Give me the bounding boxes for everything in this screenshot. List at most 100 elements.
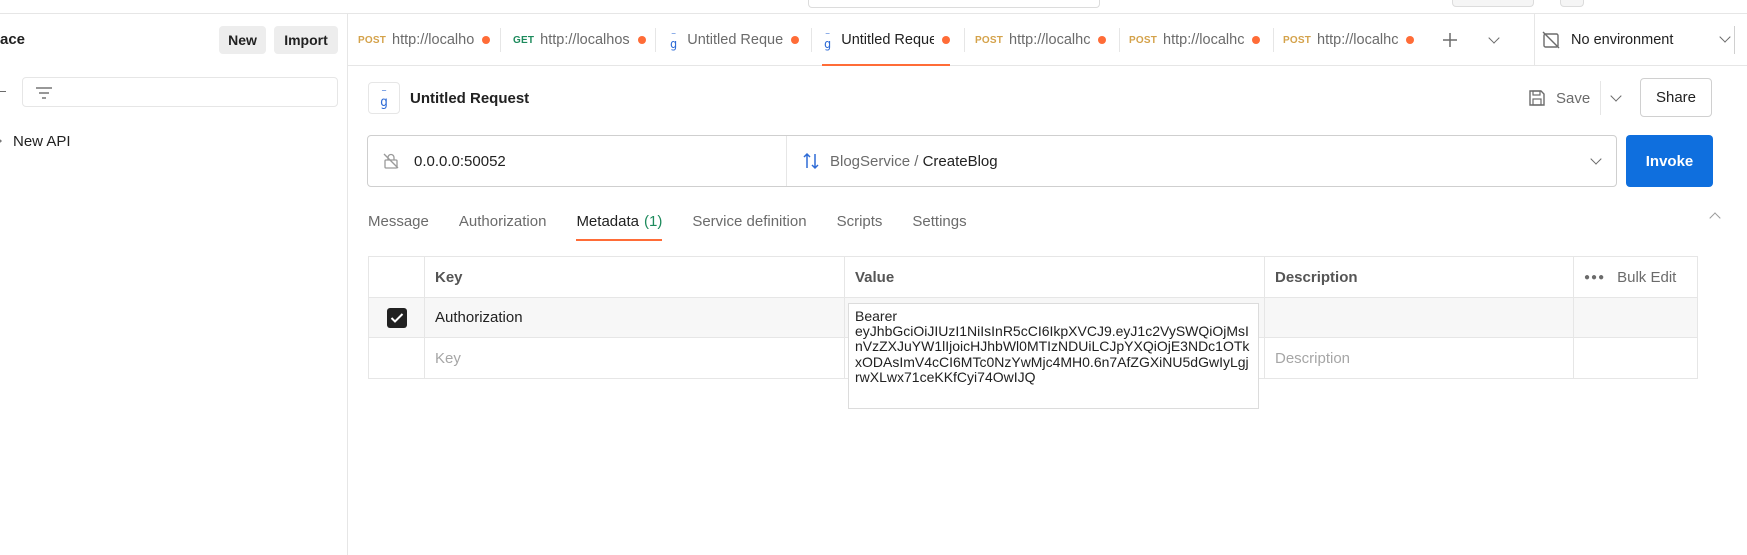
- top-bar-button[interactable]: [1452, 0, 1534, 7]
- tab-divider: [655, 28, 656, 52]
- token-prefix: Bearer: [855, 308, 898, 324]
- divider: [1734, 26, 1735, 54]
- sidebar-item-new-api[interactable]: New API: [0, 129, 71, 153]
- collapse-chevron-up-icon[interactable]: [1709, 212, 1721, 224]
- new-button[interactable]: New: [219, 26, 266, 54]
- service-name: BlogService: [830, 152, 911, 170]
- checkmark-icon: [390, 312, 403, 323]
- tab-divider: [500, 28, 501, 52]
- new-tab-plus-icon[interactable]: [1432, 14, 1468, 66]
- sidebar-item-label: New API: [13, 132, 71, 150]
- tab-divider: [1273, 28, 1274, 52]
- tab-divider: [1119, 28, 1120, 52]
- unsaved-dot-icon: [482, 36, 491, 44]
- environment-selector[interactable]: No environment: [1534, 14, 1747, 66]
- grpc-icon: ⁻ g: [670, 28, 678, 51]
- description-input-placeholder[interactable]: Description: [1265, 338, 1574, 378]
- request-tab[interactable]: POST http://localhc: [1129, 14, 1269, 66]
- tab-divider: [964, 28, 965, 52]
- tab-label: Scripts: [836, 212, 883, 230]
- unsaved-dot-icon: [637, 36, 646, 44]
- top-bar-icon-button[interactable]: [1560, 0, 1584, 7]
- tab-method: POST: [1283, 34, 1312, 46]
- tab-settings[interactable]: Settings: [912, 201, 966, 241]
- tabs-overflow-chevron-icon[interactable]: [1476, 14, 1512, 66]
- tab-divider: [811, 28, 812, 52]
- share-button[interactable]: Share: [1640, 78, 1712, 117]
- unsaved-dot-icon: [1252, 36, 1261, 44]
- sidebar: ace New Import New API: [0, 14, 348, 555]
- tab-label: Message: [368, 212, 429, 230]
- collapse-icon[interactable]: [0, 91, 6, 92]
- server-url-value: 0.0.0.0:50052: [414, 152, 506, 170]
- tab-method: POST: [975, 34, 1004, 46]
- table-header-row: Key Value Description ●●● Bulk Edit: [369, 257, 1697, 298]
- tab-label: http://localhos: [540, 32, 630, 48]
- tab-label: Settings: [912, 212, 967, 230]
- no-environment-icon: [1542, 31, 1560, 49]
- grpc-icon: ⁻ g: [824, 28, 832, 51]
- lock-off-icon: [383, 153, 399, 169]
- request-tab[interactable]: POST http://localhc: [1283, 14, 1423, 66]
- chevron-down-icon: [1719, 31, 1731, 43]
- server-url-field[interactable]: 0.0.0.0:50052: [368, 136, 787, 186]
- header-check-cell: [369, 257, 425, 297]
- grpc-icon: ⁻ g: [368, 82, 400, 114]
- bulk-edit-label: Bulk Edit: [1617, 268, 1677, 286]
- request-subtabs: Message Authorization Metadata (1) Servic…: [368, 201, 997, 241]
- tab-authorization[interactable]: Authorization: [459, 201, 547, 241]
- tab-label: http://localhc: [1009, 32, 1091, 48]
- key-input-placeholder[interactable]: Key: [425, 338, 845, 378]
- workspace-title: ace: [0, 31, 26, 48]
- row-actions-cell: [1574, 298, 1697, 337]
- tab-message[interactable]: Message: [368, 201, 429, 241]
- request-tabs-bar: POST http://localho GET http://localhos …: [348, 14, 1747, 66]
- top-bar: [0, 0, 1747, 14]
- method-name: CreateBlog: [922, 152, 998, 170]
- invoke-button[interactable]: Invoke: [1626, 135, 1713, 187]
- unsaved-dot-icon: [942, 36, 950, 44]
- row-actions-cell: [1574, 338, 1697, 378]
- chevron-down-icon: [1590, 153, 1602, 165]
- tab-label: http://localho: [392, 32, 475, 48]
- bulk-edit-button[interactable]: ●●● Bulk Edit: [1584, 269, 1676, 286]
- description-input[interactable]: [1265, 298, 1574, 337]
- service-method-path: BlogService / CreateBlog: [830, 153, 998, 170]
- save-group: Save: [1526, 81, 1631, 115]
- save-options-button[interactable]: [1601, 81, 1631, 115]
- tab-label: http://localhc: [1163, 32, 1245, 48]
- tab-label: Untitled Reque: [687, 32, 784, 48]
- tab-method: POST: [1129, 34, 1158, 46]
- request-header: ⁻ g Untitled Request: [368, 81, 529, 115]
- method-selector[interactable]: BlogService / CreateBlog: [788, 136, 1616, 186]
- tab-service-definition[interactable]: Service definition: [692, 201, 806, 241]
- row-check-cell: [369, 338, 425, 378]
- chevron-down-icon: [1610, 90, 1622, 102]
- tab-method: POST: [358, 34, 387, 46]
- filter-icon[interactable]: [35, 86, 53, 100]
- tab-label: Authorization: [458, 212, 547, 230]
- column-header-value: Value: [845, 257, 1265, 297]
- bulk-edit-cell: ●●● Bulk Edit: [1574, 257, 1697, 297]
- request-tab[interactable]: GET http://localhos: [513, 14, 653, 66]
- column-header-key: Key: [425, 257, 845, 297]
- save-button[interactable]: Save: [1526, 81, 1602, 115]
- unsaved-dot-icon: [1406, 36, 1415, 44]
- request-tab[interactable]: POST http://localho: [358, 14, 498, 66]
- request-tab-active[interactable]: ⁻ g Untitled Reque: [822, 14, 950, 66]
- global-search-input[interactable]: [808, 0, 1100, 8]
- row-enabled-checkbox[interactable]: [386, 307, 407, 328]
- sidebar-filter-row: [0, 75, 348, 109]
- value-editor-expanded[interactable]: Bearer eyJhbGciOiJIUzI1NiIsInR5cCI6IkpXV…: [848, 303, 1259, 409]
- sidebar-search-input[interactable]: [22, 77, 338, 107]
- environment-label: No environment: [1571, 32, 1674, 48]
- request-tab[interactable]: ⁻ g Untitled Reque: [670, 14, 805, 66]
- more-dots-icon[interactable]: ●●●: [1584, 272, 1605, 283]
- tab-metadata[interactable]: Metadata (1): [576, 201, 662, 241]
- tab-scripts[interactable]: Scripts: [837, 201, 883, 241]
- url-bar: 0.0.0.0:50052 BlogService / CreateBlog: [367, 135, 1617, 187]
- request-title[interactable]: Untitled Request: [410, 90, 529, 107]
- import-button[interactable]: Import: [274, 26, 338, 54]
- key-input[interactable]: Authorization: [425, 298, 845, 337]
- request-tab[interactable]: POST http://localhc: [975, 14, 1115, 66]
